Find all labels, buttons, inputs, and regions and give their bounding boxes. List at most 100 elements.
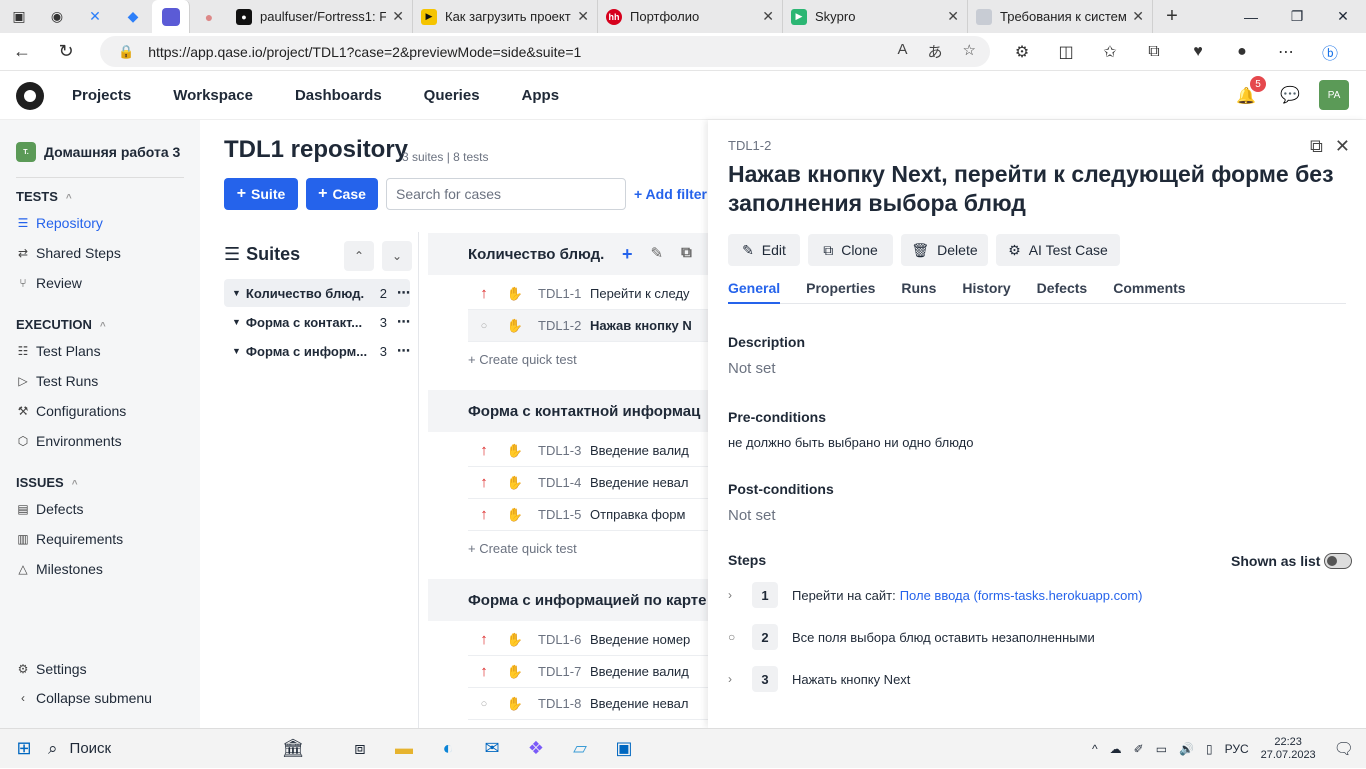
case-row[interactable]: ↑ ✋ TDL1-7 Введение валид — [468, 656, 708, 688]
edit-button[interactable]: ✎ Edit — [728, 234, 800, 266]
app-icon[interactable]: ▱ — [558, 729, 602, 769]
nav-queries[interactable]: Queries — [424, 87, 480, 104]
tree-suite-item[interactable]: ▼ Форма с контакт... 3 ⋯ — [224, 308, 410, 336]
step-row[interactable]: › 1 Перейти на сайт: Поле ввода (forms-task… — [728, 582, 1143, 608]
step-row[interactable]: ○ 2 Все поля выбора блюд оставить незаполн… — [728, 624, 1095, 650]
collections-icon[interactable]: ⧉ — [1132, 43, 1176, 61]
clock[interactable]: 22:23 27.07.2023 — [1261, 736, 1316, 762]
browser-tab-4[interactable]: ▶ Skypro ✕ — [783, 0, 968, 33]
tab-actions-icon[interactable]: ▣ — [0, 0, 38, 33]
section-issues[interactable]: ISSUES ^ — [16, 475, 78, 490]
task-view-icon[interactable]: ⧈ — [338, 729, 382, 769]
more-icon[interactable]: ⋯ — [397, 314, 410, 330]
favorites-icon[interactable]: ✩ — [1088, 42, 1132, 62]
chevron-right-icon[interactable]: › — [728, 672, 752, 686]
bing-icon[interactable]: ⓑ — [1308, 40, 1352, 64]
tab-favicon-1[interactable]: ◉ — [38, 0, 76, 33]
read-aloud-icon[interactable]: A — [898, 41, 908, 62]
tree-suite-item[interactable]: ▼ Форма с информ... 3 ⋯ — [224, 337, 410, 365]
suite-header[interactable]: Количество блюд. + ✎ ⧉ — [428, 233, 708, 275]
url-field[interactable]: 🔒 https://app.qase.io/project/TDL1?case=… — [100, 36, 990, 67]
browser-tab-2[interactable]: ▶ Как загрузить проект ✕ — [413, 0, 598, 33]
browser-tab-1[interactable]: ● paulfuser/Fortress1: Fo ✕ — [228, 0, 413, 33]
tab-history[interactable]: History — [962, 280, 1010, 304]
case-row[interactable]: ↑ ✋ TDL1-5 Отправка форм — [468, 499, 708, 531]
search-input[interactable]: Search for cases — [386, 178, 626, 210]
case-row[interactable]: ○ ✋ TDL1-8 Введение невал — [468, 688, 708, 720]
sidebar-item-environments[interactable]: ⬡ Environments — [16, 433, 122, 449]
battery-icon[interactable]: ▯ — [1206, 742, 1213, 756]
delete-button[interactable]: 🗑 Delete — [901, 234, 988, 266]
case-row[interactable]: ↑ ✋ TDL1-6 Введение номер — [468, 624, 708, 656]
favorite-star-icon[interactable]: ☆ — [963, 41, 976, 62]
case-row[interactable]: ↑ ✋ TDL1-3 Введение валид — [468, 435, 708, 467]
sidebar-item-milestones[interactable]: △ Milestones — [16, 561, 103, 577]
notifications-icon[interactable]: 🗨 — [1334, 739, 1354, 759]
collapse-submenu[interactable]: ‹ Collapse submenu — [16, 690, 152, 706]
add-suite-button[interactable]: + Suite — [224, 178, 298, 210]
more-icon[interactable]: ⋯ — [397, 343, 410, 359]
file-explorer-icon[interactable]: ▬ — [382, 729, 426, 769]
tree-suite-item[interactable]: ▼ Количество блюд. 2 ⋯ — [224, 279, 410, 307]
toggle-switch[interactable] — [1324, 553, 1353, 569]
nav-dashboards[interactable]: Dashboards — [295, 87, 382, 104]
section-tests[interactable]: TESTS ^ — [16, 189, 72, 204]
tab-comments[interactable]: Comments — [1113, 280, 1185, 304]
language-indicator[interactable]: РУС — [1225, 742, 1249, 756]
tab-runs[interactable]: Runs — [901, 280, 936, 304]
sidebar-item-defects[interactable]: ▤ Defects — [16, 501, 83, 517]
shown-as-list-toggle[interactable]: Shown as list — [1231, 553, 1353, 569]
more-menu-icon[interactable]: ⋯ — [1264, 42, 1308, 62]
add-filter-button[interactable]: + Add filter — [634, 186, 707, 202]
tab-favicon-2[interactable]: ✕ — [76, 0, 114, 33]
close-icon[interactable]: ✕ — [1132, 8, 1144, 25]
restore-icon[interactable]: ❐ — [1274, 0, 1320, 33]
back-icon[interactable]: ← — [0, 41, 44, 62]
widget-image-icon[interactable]: 🏛 — [248, 729, 338, 769]
expand-all-button[interactable]: ⌄ — [382, 241, 412, 271]
close-window-icon[interactable]: ✕ — [1320, 0, 1366, 33]
case-row[interactable]: ↑ ✋ TDL1-1 Перейти к следу — [468, 278, 708, 310]
chevron-up-icon[interactable]: ^ — [1092, 742, 1098, 756]
nav-projects[interactable]: Projects — [72, 87, 131, 104]
profile-icon[interactable]: ● — [1220, 43, 1264, 61]
tab-favicon-3[interactable]: ◆ — [114, 0, 152, 33]
suite-header[interactable]: Форма с контактной информац — [428, 390, 708, 432]
avatar[interactable]: PA — [1319, 80, 1349, 110]
network-icon[interactable]: ▭ — [1156, 742, 1167, 756]
tab-defects[interactable]: Defects — [1037, 280, 1088, 304]
create-quick-test[interactable]: + Create quick test — [468, 352, 577, 367]
project-selector[interactable]: T. Домашняя работа 3 — [16, 142, 180, 162]
create-quick-test[interactable]: + Create quick test — [468, 541, 577, 556]
extensions-icon[interactable]: ⚙ — [1000, 42, 1044, 62]
pen-icon[interactable]: ✐ — [1134, 742, 1144, 756]
browser-tab-3[interactable]: hh Портфолио ✕ — [598, 0, 783, 33]
add-case-button[interactable]: + Case — [306, 178, 378, 210]
sidebar-item-shared-steps[interactable]: ⇄ Shared Steps — [16, 245, 121, 261]
ai-test-case-button[interactable]: ⚙ AI Test Case — [996, 234, 1120, 266]
tab-favicon-5[interactable]: ● — [190, 0, 228, 33]
minimize-icon[interactable]: — — [1228, 0, 1274, 33]
sidebar-item-requirements[interactable]: ▥ Requirements — [16, 531, 123, 547]
split-screen-icon[interactable]: ◫ — [1044, 42, 1088, 62]
case-row[interactable]: ↑ ✋ TDL1-4 Введение невал — [468, 467, 708, 499]
windows-start-icon[interactable]: ⊞ — [0, 738, 48, 759]
sidebar-item-repository[interactable]: ☰ Repository — [16, 215, 103, 231]
photos-icon[interactable]: ▣ — [602, 729, 646, 769]
section-execution[interactable]: EXECUTION ^ — [16, 317, 106, 332]
chevron-right-icon[interactable]: › — [728, 588, 752, 602]
sidebar-item-settings[interactable]: ⚙ Settings — [16, 661, 87, 677]
close-icon[interactable]: ✕ — [392, 8, 404, 25]
volume-icon[interactable]: 🔊 — [1179, 742, 1194, 756]
refresh-icon[interactable]: ↻ — [44, 41, 88, 62]
clone-button[interactable]: ⧉ Clone — [808, 234, 893, 266]
more-icon[interactable]: ⋯ — [397, 285, 410, 301]
open-full-icon[interactable]: ⧉ — [1310, 136, 1323, 157]
sidebar-item-test-runs[interactable]: ▷ Test Runs — [16, 373, 98, 389]
step-link[interactable]: Поле ввода (forms-tasks.herokuapp.com) — [900, 588, 1143, 603]
cloud-icon[interactable]: ☁ — [1110, 742, 1122, 756]
add-icon[interactable]: + — [622, 244, 633, 265]
translate-icon[interactable]: あ — [928, 41, 943, 62]
suite-header[interactable]: Форма с информацией по карте — [428, 579, 708, 621]
sidebar-item-configurations[interactable]: ⚒ Configurations — [16, 403, 127, 419]
